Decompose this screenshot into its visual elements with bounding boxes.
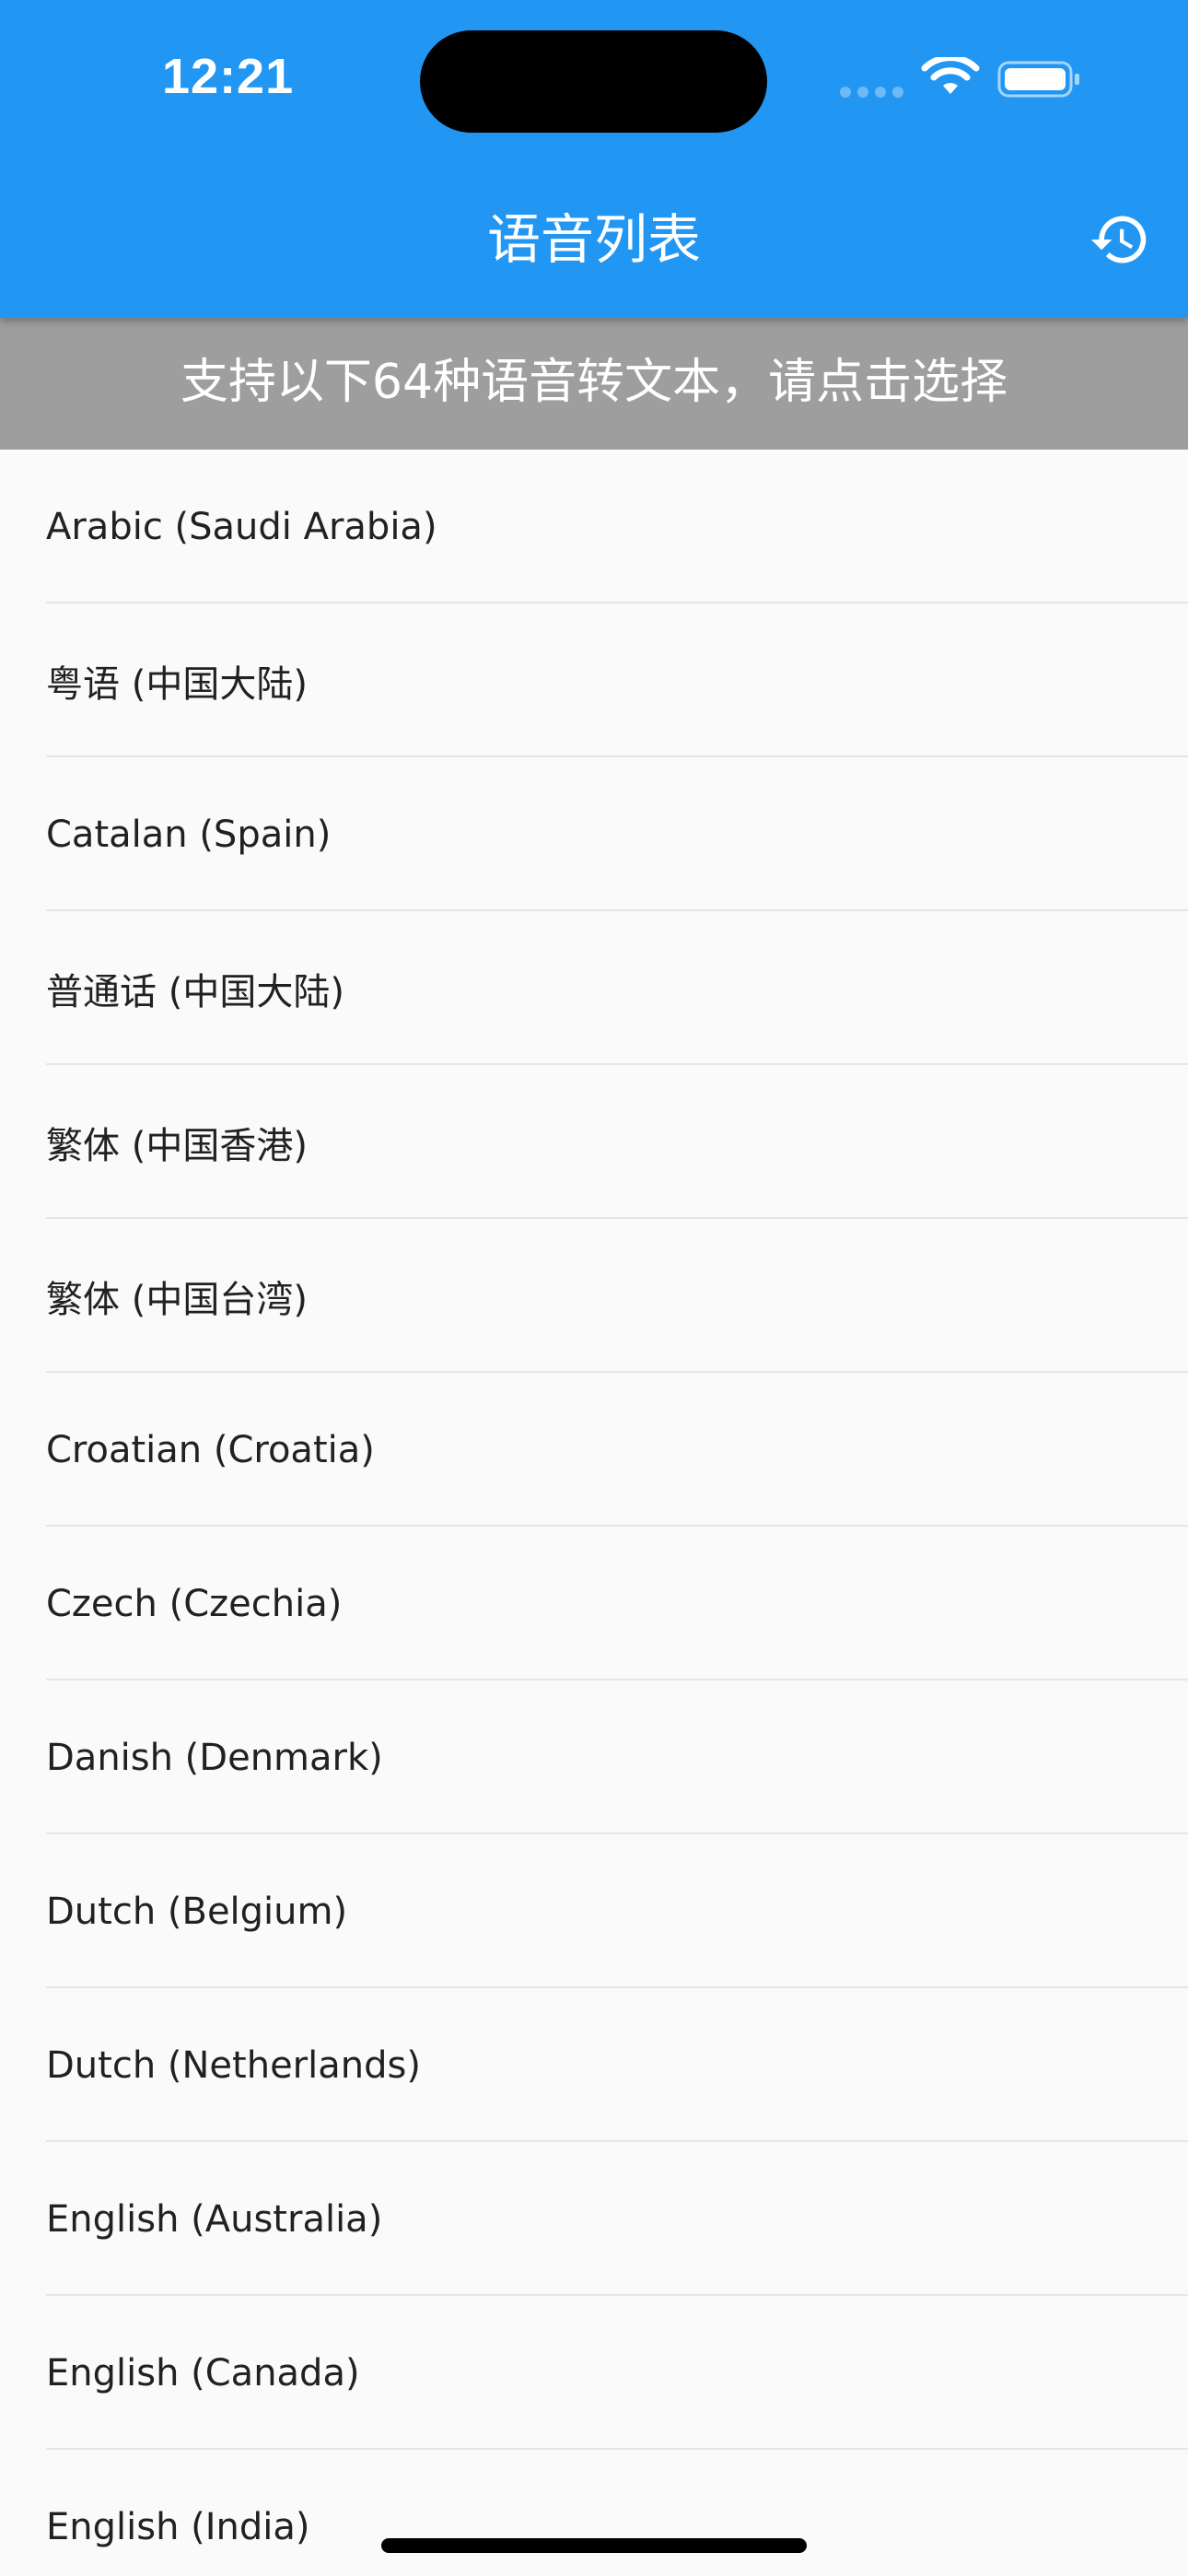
language-label: Czech (Czechia) — [46, 1582, 343, 1625]
home-indicator[interactable] — [381, 2538, 807, 2553]
language-label: Arabic (Saudi Arabia) — [46, 505, 437, 548]
language-label: 普通话 (中国大陆) — [46, 970, 344, 1013]
language-item[interactable]: 普通话 (中国大陆) — [0, 911, 1188, 1065]
language-item[interactable]: English (Canada) — [0, 2296, 1188, 2450]
language-label: English (Canada) — [46, 2351, 360, 2395]
language-label: English (Australia) — [46, 2197, 383, 2241]
language-item[interactable]: 粤语 (中国大陆) — [0, 603, 1188, 757]
language-item[interactable]: English (India) — [0, 2450, 1188, 2576]
language-item[interactable]: 繁体 (中国香港) — [0, 1065, 1188, 1219]
wifi-icon — [921, 57, 980, 94]
language-item[interactable]: Danish (Denmark) — [0, 1680, 1188, 1834]
language-item[interactable]: Catalan (Spain) — [0, 757, 1188, 911]
language-label: 繁体 (中国香港) — [46, 1124, 308, 1167]
language-label: English (India) — [46, 2505, 310, 2548]
history-icon[interactable] — [1089, 208, 1151, 271]
language-label: Dutch (Belgium) — [46, 1890, 348, 1933]
language-label: Dutch (Netherlands) — [46, 2043, 421, 2087]
app-bar: 12:21 语音列表 — [0, 0, 1188, 318]
language-label: Danish (Denmark) — [46, 1736, 383, 1779]
dynamic-island — [420, 30, 767, 133]
battery-icon — [997, 61, 1079, 98]
language-item[interactable]: Dutch (Belgium) — [0, 1834, 1188, 1988]
signal-icon — [840, 87, 904, 98]
subheader-text: 支持以下64种语音转文本，请点击选择 — [180, 355, 1008, 410]
page-title: 语音列表 — [486, 208, 701, 271]
subheader-banner: 支持以下64种语音转文本，请点击选择 — [0, 318, 1188, 450]
status-time: 12:21 — [162, 49, 295, 104]
language-label: Croatian (Croatia) — [46, 1428, 375, 1471]
language-item[interactable]: English (Australia) — [0, 2142, 1188, 2296]
language-item[interactable]: Dutch (Netherlands) — [0, 1988, 1188, 2142]
language-list: Arabic (Saudi Arabia) 粤语 (中国大陆) Catalan … — [0, 450, 1188, 2576]
language-item[interactable]: 繁体 (中国台湾) — [0, 1219, 1188, 1373]
language-label: 粤语 (中国大陆) — [46, 662, 308, 706]
language-label: 繁体 (中国台湾) — [46, 1278, 308, 1321]
language-item[interactable]: Croatian (Croatia) — [0, 1373, 1188, 1527]
language-label: Catalan (Spain) — [46, 813, 332, 856]
language-item[interactable]: Czech (Czechia) — [0, 1527, 1188, 1680]
language-item[interactable]: Arabic (Saudi Arabia) — [0, 450, 1188, 603]
